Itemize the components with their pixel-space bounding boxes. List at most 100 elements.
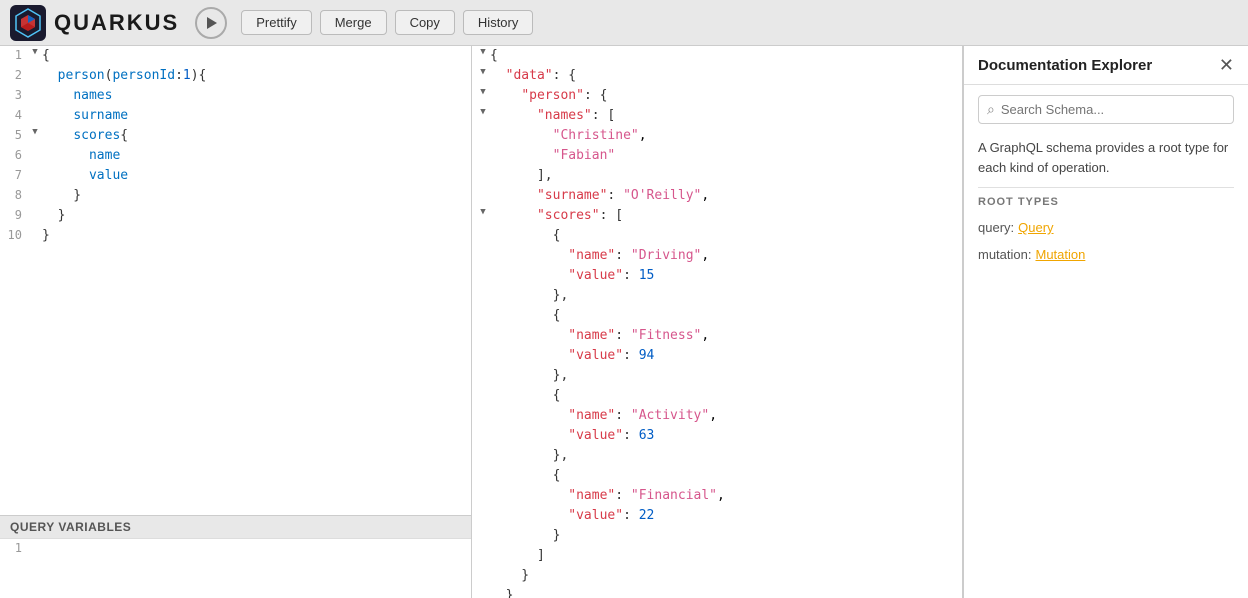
- collapse-arrow-5[interactable]: ▼: [32, 126, 37, 140]
- response-gutter-2[interactable]: ▼: [476, 66, 490, 80]
- query-link[interactable]: Query: [1018, 220, 1053, 235]
- line-content-4: surname: [42, 106, 471, 126]
- line-content-7: value: [42, 166, 471, 186]
- copy-button[interactable]: Copy: [395, 10, 455, 35]
- run-button[interactable]: [195, 7, 227, 39]
- header: QUARKUS Prettify Merge Copy History: [0, 0, 1248, 46]
- collapse-gutter-5[interactable]: ▼: [28, 126, 42, 140]
- main-area: 1 ▼ { 2 person(personId:1){ 3 names 4: [0, 46, 1248, 598]
- line-number-10: 10: [0, 226, 28, 244]
- response-gutter-4[interactable]: ▼: [476, 106, 490, 120]
- response-line-5: "Christine",: [472, 126, 962, 146]
- doc-explorer-title: Documentation Explorer: [978, 57, 1152, 74]
- line-content-9: }: [42, 206, 471, 226]
- response-content-23: "name": "Financial",: [490, 486, 962, 506]
- logo-area: QUARKUS: [10, 5, 179, 41]
- logo-text: QUARKUS: [54, 10, 179, 36]
- line-number-6: 6: [0, 146, 28, 164]
- line-number-8: 8: [0, 186, 28, 204]
- line-content-2: person(personId:1){: [42, 66, 471, 86]
- response-content-1: {: [490, 46, 962, 66]
- editor-line-9: 9 }: [0, 206, 471, 226]
- response-collapse-9[interactable]: ▼: [480, 206, 485, 220]
- root-types-label: ROOT TYPES: [964, 188, 1248, 214]
- response-panel: ▼ { ▼ "data": { ▼ "person": { ▼ "names":…: [472, 46, 963, 598]
- history-button[interactable]: History: [463, 10, 533, 35]
- response-line-18: {: [472, 386, 962, 406]
- response-content-19: "name": "Activity",: [490, 406, 962, 426]
- response-line-26: ]: [472, 546, 962, 566]
- line-content-10: }: [42, 226, 471, 246]
- response-content-3: "person": {: [490, 86, 962, 106]
- collapse-arrow-1[interactable]: ▼: [32, 46, 37, 60]
- mutation-type-row: mutation: Mutation: [964, 241, 1248, 268]
- response-content-22: {: [490, 466, 962, 486]
- response-collapse-4[interactable]: ▼: [480, 106, 485, 120]
- response-content-9: "scores": [: [490, 206, 962, 226]
- response-content-12: "value": 15: [490, 266, 962, 286]
- response-content-13: },: [490, 286, 962, 306]
- line-number-4: 4: [0, 106, 28, 124]
- response-content-2: "data": {: [490, 66, 962, 86]
- response-content-7: ],: [490, 166, 962, 186]
- response-content-11: "name": "Driving",: [490, 246, 962, 266]
- doc-search-box[interactable]: ⌕: [978, 95, 1234, 124]
- response-line-9: ▼ "scores": [: [472, 206, 962, 226]
- mutation-link[interactable]: Mutation: [1035, 247, 1085, 262]
- vars-line-num: 1: [0, 539, 28, 598]
- search-input[interactable]: [1001, 102, 1225, 117]
- response-line-22: {: [472, 466, 962, 486]
- line-content-6: name: [42, 146, 471, 166]
- query-editor[interactable]: 1 ▼ { 2 person(personId:1){ 3 names 4: [0, 46, 471, 515]
- query-vars-area[interactable]: 1: [0, 538, 471, 598]
- response-line-10: {: [472, 226, 962, 246]
- response-gutter-3[interactable]: ▼: [476, 86, 490, 100]
- response-line-20: "value": 63: [472, 426, 962, 446]
- line-content-3: names: [42, 86, 471, 106]
- response-line-27: }: [472, 566, 962, 586]
- response-line-16: "value": 94: [472, 346, 962, 366]
- response-collapse-3[interactable]: ▼: [480, 86, 485, 100]
- response-gutter-9[interactable]: ▼: [476, 206, 490, 220]
- close-icon[interactable]: ✕: [1219, 56, 1234, 74]
- collapse-gutter-1[interactable]: ▼: [28, 46, 42, 60]
- editor-line-5: 5 ▼ scores{: [0, 126, 471, 146]
- query-vars-header: QUERY VARIABLES: [0, 515, 471, 538]
- response-line-3: ▼ "person": {: [472, 86, 962, 106]
- response-line-13: },: [472, 286, 962, 306]
- response-content-8: "surname": "O'Reilly",: [490, 186, 962, 206]
- response-line-24: "value": 22: [472, 506, 962, 526]
- editor-line-2: 2 person(personId:1){: [0, 66, 471, 86]
- response-line-19: "name": "Activity",: [472, 406, 962, 426]
- line-number-7: 7: [0, 166, 28, 184]
- query-editor-panel: 1 ▼ { 2 person(personId:1){ 3 names 4: [0, 46, 472, 598]
- response-content-15: "name": "Fitness",: [490, 326, 962, 346]
- response-content-25: }: [490, 526, 962, 546]
- editor-line-8: 8 }: [0, 186, 471, 206]
- response-collapse-1[interactable]: ▼: [480, 46, 485, 60]
- response-line-21: },: [472, 446, 962, 466]
- response-line-7: ],: [472, 166, 962, 186]
- response-line-14: {: [472, 306, 962, 326]
- response-line-12: "value": 15: [472, 266, 962, 286]
- doc-explorer-panel: Documentation Explorer ✕ ⌕ A GraphQL sch…: [963, 46, 1248, 598]
- response-content-4: "names": [: [490, 106, 962, 126]
- response-line-15: "name": "Fitness",: [472, 326, 962, 346]
- line-number-5: 5: [0, 126, 28, 144]
- response-content-26: ]: [490, 546, 962, 566]
- line-content-8: }: [42, 186, 471, 206]
- response-gutter-1[interactable]: ▼: [476, 46, 490, 60]
- right-panels: ▼ { ▼ "data": { ▼ "person": { ▼ "names":…: [472, 46, 1248, 598]
- response-line-11: "name": "Driving",: [472, 246, 962, 266]
- prettify-button[interactable]: Prettify: [241, 10, 311, 35]
- response-content-24: "value": 22: [490, 506, 962, 526]
- response-content-20: "value": 63: [490, 426, 962, 446]
- response-collapse-2[interactable]: ▼: [480, 66, 485, 80]
- response-content-10: {: [490, 226, 962, 246]
- response-line-17: },: [472, 366, 962, 386]
- editor-line-4: 4 surname: [0, 106, 471, 126]
- line-number-9: 9: [0, 206, 28, 224]
- doc-explorer-header: Documentation Explorer ✕: [964, 46, 1248, 85]
- merge-button[interactable]: Merge: [320, 10, 387, 35]
- mutation-label: mutation:: [978, 247, 1031, 262]
